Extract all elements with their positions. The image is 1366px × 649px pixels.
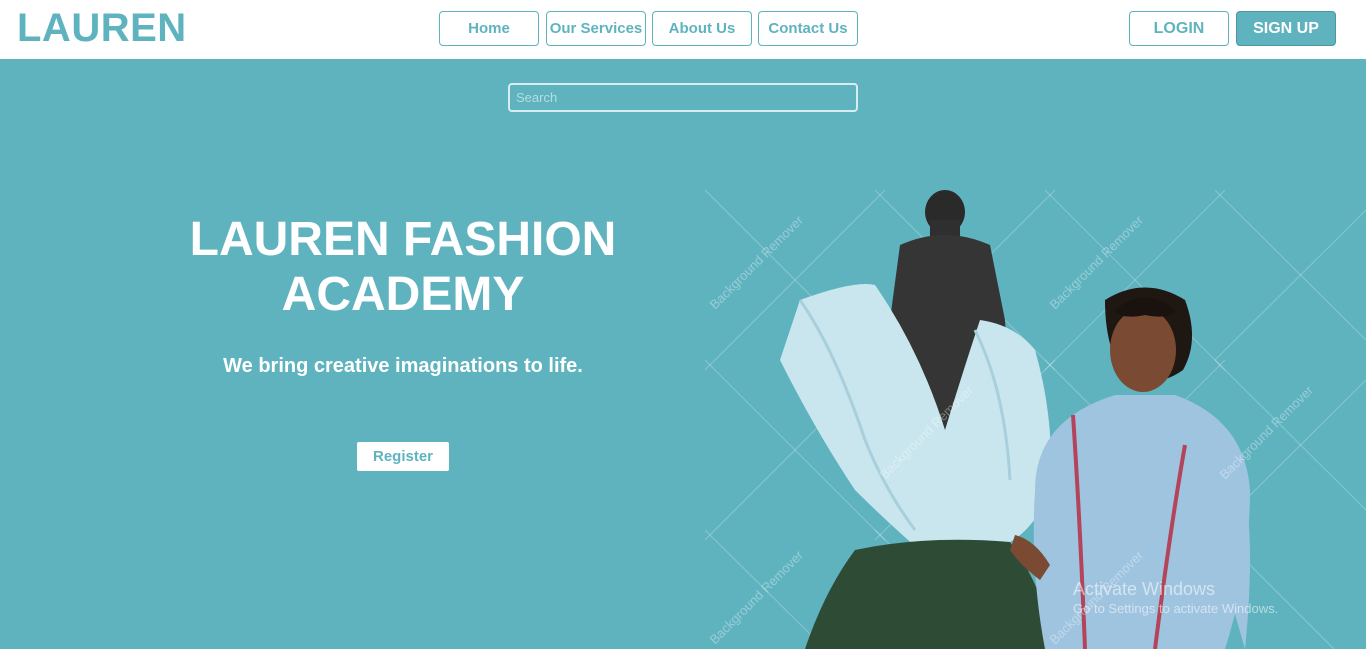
hero-title-line2: ACADEMY bbox=[281, 268, 525, 321]
activate-windows-title: Activate Windows bbox=[1073, 579, 1216, 599]
activate-windows-subtitle: Go to Settings to activate Windows. bbox=[1073, 601, 1279, 616]
signup-button[interactable]: SIGN UP bbox=[1236, 11, 1336, 46]
nav-about-us-button[interactable]: About Us bbox=[652, 11, 752, 46]
top-navbar: LAUREN Home Our Services About Us Contac… bbox=[0, 0, 1366, 59]
nav-contact-us-button[interactable]: Contact Us bbox=[758, 11, 858, 46]
svg-text:Background Remover: Background Remover bbox=[707, 547, 807, 647]
search-input[interactable] bbox=[508, 83, 858, 112]
login-button[interactable]: LOGIN bbox=[1129, 11, 1229, 46]
hero-title: LAUREN FASHION ACADEMY bbox=[168, 212, 638, 322]
brand-logo[interactable]: LAUREN bbox=[17, 6, 187, 50]
activate-windows-watermark: Activate Windows Go to Settings to activ… bbox=[1073, 578, 1278, 618]
nav-our-services-button[interactable]: Our Services bbox=[546, 11, 646, 46]
hero-title-line1: LAUREN FASHION bbox=[189, 213, 617, 266]
register-button[interactable]: Register bbox=[357, 442, 449, 471]
nav-home-button[interactable]: Home bbox=[439, 11, 539, 46]
svg-text:Background Remover: Background Remover bbox=[1217, 382, 1317, 482]
svg-text:Background Remover: Background Remover bbox=[707, 212, 807, 312]
hero-subtitle: We bring creative imaginations to life. bbox=[223, 355, 583, 377]
